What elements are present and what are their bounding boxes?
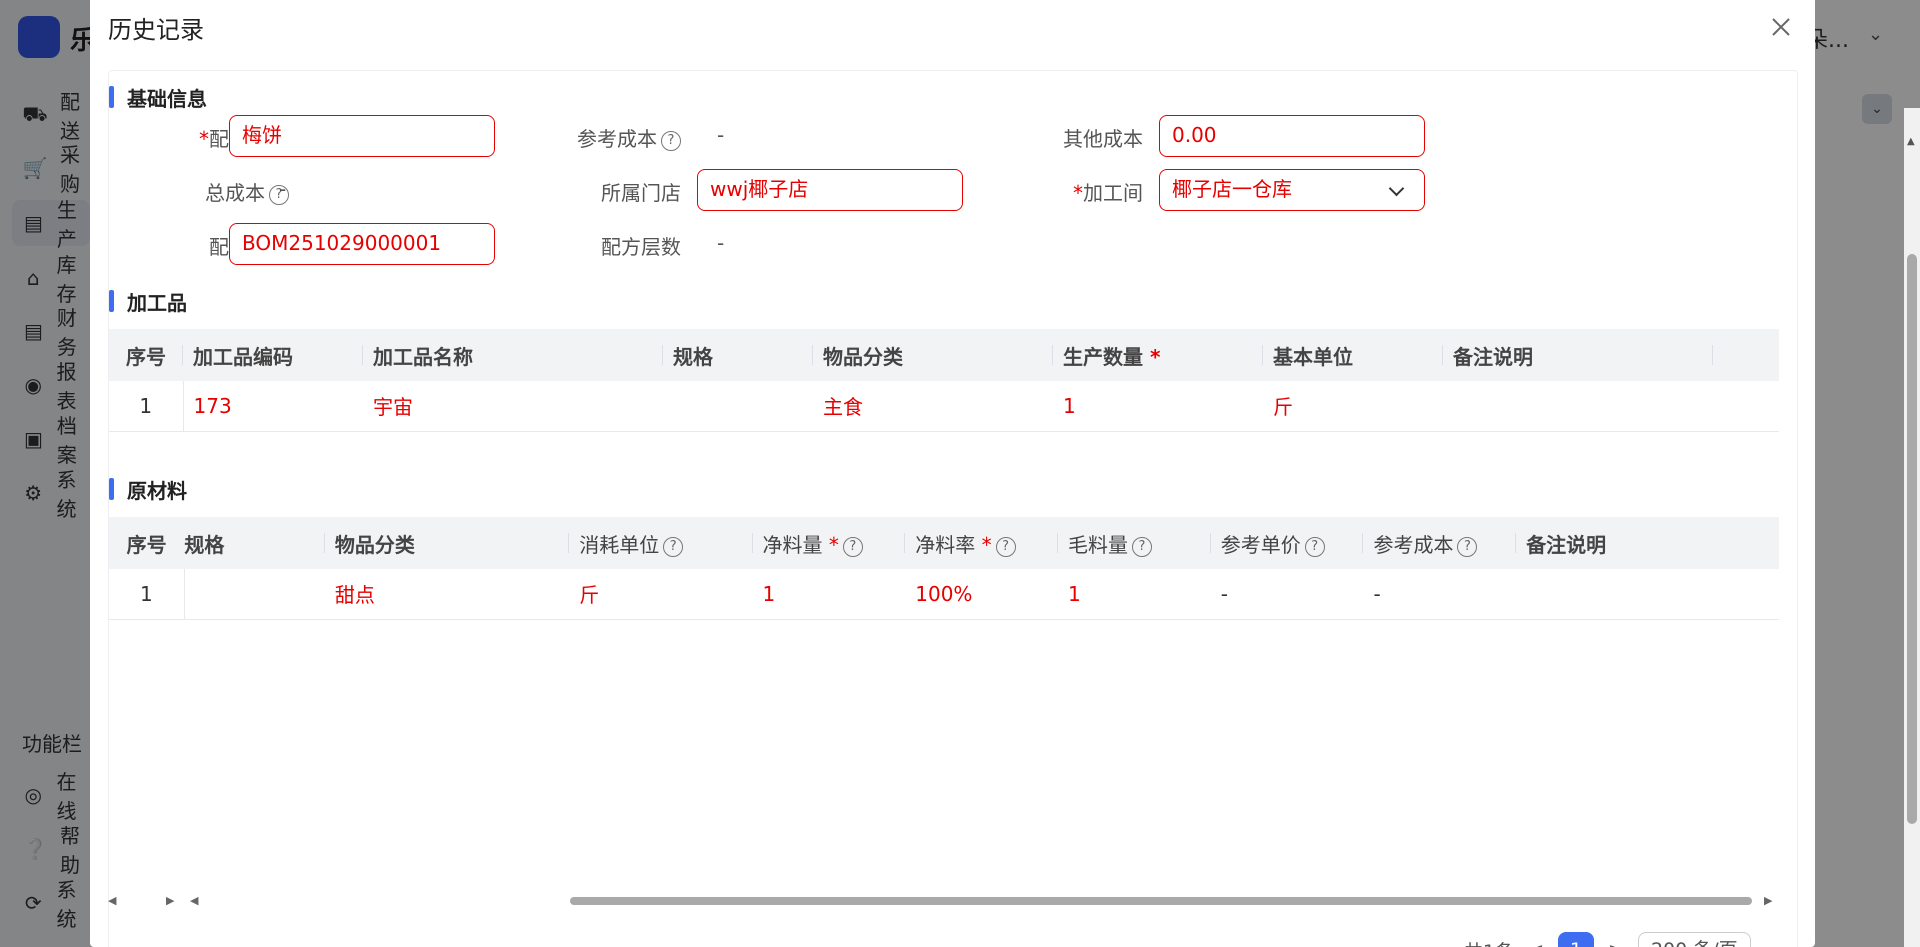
scroll-right-icon[interactable]: ▶: [1764, 894, 1772, 907]
col-header: 净料率 *?: [905, 517, 1058, 569]
help-icon[interactable]: ?: [1304, 536, 1325, 557]
col-header: 生产数量 *: [1053, 329, 1263, 381]
cell-qty: 1: [1053, 381, 1263, 432]
horizontal-scrollbar[interactable]: ◀ ▶ ◀ ▶: [108, 894, 1778, 908]
products-table: 序号 加工品编码 加工品名称 规格 物品分类 生产数量 * 基本单位 备注说明 …: [109, 329, 1779, 432]
cell-code: 173: [183, 381, 363, 432]
other-cost-input[interactable]: 0.00: [1159, 115, 1425, 157]
cell-ref-cost: -: [1363, 569, 1517, 620]
col-header: 参考成本?: [1363, 517, 1517, 569]
col-header: 规格: [663, 329, 813, 381]
help-icon[interactable]: ?: [995, 536, 1016, 557]
table-header-row: 序号 规格 物品分类 消耗单位? 净料量 *? 净料率 *? 毛料量? 参考单价…: [109, 517, 1779, 569]
pager-total: 共1条: [1464, 937, 1514, 947]
col-header: 加工品编码: [183, 329, 363, 381]
scrollbar-thumb[interactable]: [1907, 254, 1917, 824]
workshop-select[interactable]: 椰子店一仓库: [1159, 169, 1425, 211]
modal-title: 历史记录: [108, 16, 204, 44]
scrollbar-thumb[interactable]: [570, 897, 1752, 905]
scroll-left-icon[interactable]: ◀: [108, 894, 116, 907]
cell-empty: [1713, 381, 1779, 432]
cell-net-qty: 1: [752, 569, 906, 620]
pager-prev-button[interactable]: <: [1528, 939, 1544, 947]
cell-note: [1443, 381, 1713, 432]
cell-note: [1516, 569, 1779, 620]
section-title-basic: 基础信息: [109, 83, 207, 112]
cell-idx: 1: [109, 381, 184, 432]
materials-table: 序号 规格 物品分类 消耗单位? 净料量 *? 净料率 *? 毛料量? 参考单价…: [109, 517, 1779, 620]
section-title-materials: 原材料: [109, 475, 187, 504]
help-icon[interactable]: ?: [663, 536, 684, 557]
col-header: 备注说明: [1516, 517, 1779, 569]
cell-spec: [663, 381, 813, 432]
col-header: 规格: [184, 517, 325, 569]
col-header: 加工品名称: [363, 329, 663, 381]
cell-ref-price: -: [1210, 569, 1364, 620]
cell-idx: 1: [109, 569, 185, 620]
col-header-empty: [1713, 329, 1779, 381]
ref-cost-label: 参考成本?: [501, 123, 681, 152]
scroll-right-icon[interactable]: ▶: [166, 894, 174, 907]
scroll-up-icon[interactable]: ▲: [1907, 136, 1915, 147]
table-header-row: 序号 加工品编码 加工品名称 规格 物品分类 生产数量 * 基本单位 备注说明: [109, 329, 1779, 381]
help-icon[interactable]: ?: [842, 536, 863, 557]
ref-cost-value: -: [717, 123, 725, 147]
table-row[interactable]: 1 173 宇宙 主食 1 斤: [109, 381, 1779, 432]
cell-gross-qty: 1: [1057, 569, 1211, 620]
store-input[interactable]: wwj椰子店: [697, 169, 963, 211]
pager-page-button[interactable]: 1: [1558, 932, 1595, 947]
workshop-label: *加工间: [1073, 181, 1143, 205]
table-row[interactable]: 1 甜点 斤 1 100% 1 - -: [109, 569, 1779, 620]
cell-unit: 斤: [569, 569, 753, 620]
col-header: 物品分类: [324, 517, 570, 569]
history-modal: 历史记录 基础信息 *配方名称 梅饼 参考成本? - 其他成本 0.00 总成本…: [90, 0, 1815, 947]
help-icon[interactable]: ?: [661, 131, 681, 151]
col-header: 基本单位: [1263, 329, 1443, 381]
col-header: 参考单价?: [1210, 517, 1364, 569]
scroll-left-icon[interactable]: ◀: [190, 894, 198, 907]
col-header: 序号: [109, 517, 185, 569]
vertical-scrollbar[interactable]: ▲: [1904, 108, 1920, 947]
col-header: 消耗单位?: [569, 517, 753, 569]
col-header: 备注说明: [1443, 329, 1713, 381]
page-size-select[interactable]: 200 条/页: [1637, 932, 1751, 947]
recipe-code-input[interactable]: BOM251029000001: [229, 223, 495, 265]
pager-next-button[interactable]: >: [1608, 939, 1624, 947]
col-header: 序号: [109, 329, 183, 381]
recipe-levels-label: 配方层数: [601, 235, 681, 259]
close-icon[interactable]: [1766, 12, 1796, 42]
cell-category: 主食: [813, 381, 1053, 432]
help-icon[interactable]: ?: [1457, 536, 1478, 557]
col-header: 毛料量?: [1057, 517, 1211, 569]
store-label: 所属门店: [601, 181, 681, 205]
help-icon[interactable]: ?: [1131, 536, 1152, 557]
recipe-levels-value: -: [717, 231, 725, 255]
cell-category: 甜点: [324, 569, 570, 620]
pagination: 共1条 < 1 > 200 条/页: [1464, 930, 1751, 947]
col-header: 物品分类: [813, 329, 1053, 381]
col-header: 净料量 *?: [752, 517, 906, 569]
recipe-name-input[interactable]: 梅饼: [229, 115, 495, 157]
total-cost-label: 总成本?: [109, 177, 289, 206]
total-cost-value: -: [279, 177, 287, 201]
modal-body: 基础信息 *配方名称 梅饼 参考成本? - 其他成本 0.00 总成本? - 所…: [108, 70, 1798, 947]
cell-net-rate: 100%: [905, 569, 1058, 620]
cell-name: 宇宙: [363, 381, 663, 432]
cell-unit: 斤: [1263, 381, 1443, 432]
section-title-products: 加工品: [109, 287, 187, 316]
cell-spec: [184, 569, 325, 620]
other-cost-label: 其他成本: [1063, 127, 1143, 151]
